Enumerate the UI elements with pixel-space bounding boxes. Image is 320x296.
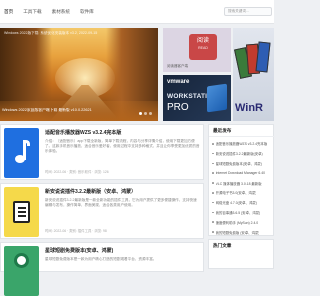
read-app-sub: READ — [198, 46, 208, 50]
post-thumbnail[interactable] — [4, 187, 39, 237]
winrar-label: WinR — [235, 102, 264, 114]
vmware-box-icon — [207, 83, 227, 113]
vmware-pro-label: PRO — [167, 102, 189, 113]
banner-top-caption: Windows 2022版下载: 系统优化安装版本 v3.2, 2022-09-… — [4, 31, 98, 35]
recent-post-item[interactable]: 开源电子书3.0(安卓、鸿蒙) — [212, 188, 273, 198]
recent-post-item[interactable]: 适配音乐播放器WZS v3.2.4完本版 — [212, 139, 273, 149]
read-app-icon: 阅读 READ — [189, 34, 217, 60]
bullet-icon — [212, 231, 214, 233]
read-app-tag: 阅读器客户端 — [167, 64, 188, 68]
post-description: 新安说说插件3.2.2最新版是一款全新功能的插件工具，它为用户提供了更多便捷操作… — [45, 198, 197, 207]
recent-posts-title: 最近发布 — [213, 128, 232, 133]
winrar-tile[interactable]: WinR — [233, 28, 274, 121]
carousel-dot[interactable] — [149, 112, 152, 115]
carousel-dot[interactable] — [144, 112, 147, 115]
bullet-icon — [212, 162, 214, 165]
recent-post-item[interactable]: VLC 媒体播放器 3.0.18 最新版 — [212, 178, 273, 188]
hero-banner[interactable]: Windows 2022版下载: 系统优化安装版本 v3.2, 2022-09-… — [0, 28, 158, 121]
recent-posts-list: 适配音乐播放器WZS v3.2.4完本版 新安说说插件3.2.2最新版(安卓) … — [212, 139, 273, 237]
nav-home[interactable]: 首页 — [4, 9, 13, 15]
post-description: 星球短剧免费版本是一款为用户精心打造的短剧观看平台，资源丰富。 — [45, 257, 157, 261]
nav-software[interactable]: 软件库 — [80, 9, 94, 15]
nav-tools[interactable]: 工具下载 — [23, 9, 41, 15]
bullet-icon — [212, 221, 214, 224]
divider — [209, 136, 275, 137]
bullet-icon — [212, 192, 214, 194]
vmware-logo: vmware — [167, 79, 190, 85]
read-app-name: 阅读 — [196, 38, 209, 44]
bullet-icon — [212, 143, 214, 145]
post-title[interactable]: 适配音乐播放器WZS v3.2.4完本版 — [45, 129, 121, 136]
post-title[interactable]: 星球短剧免费版本(安卓、鸿蒙) — [45, 247, 113, 254]
top-navigation-bar: 首页 工具下载 素材系统 软件库 搜索关键词... — [0, 0, 274, 24]
recent-post-item[interactable]: 速度便利助手 (MySun) 2.4.0 — [212, 217, 273, 227]
search-input[interactable]: 搜索关键词... — [224, 7, 272, 16]
recent-post-item[interactable]: 我的百事通3.6.5 (安卓、鸿蒙) — [212, 208, 273, 218]
recent-post-item[interactable]: 新安说说插件3.2.2最新版(安卓) — [212, 149, 273, 159]
music-note-icon — [15, 140, 30, 164]
post-thumbnail[interactable] — [4, 246, 39, 296]
post-title[interactable]: 新安说说插件3.2.2最新版（安卓、鸿蒙） — [45, 188, 136, 195]
post-card[interactable]: 星球短剧免费版本(安卓、鸿蒙) 星球短剧免费版本是一款为用户精心打造的短剧观看平… — [0, 242, 204, 296]
post-card[interactable]: 新安说说插件3.2.2最新版（安卓、鸿蒙） 新安说说插件3.2.2最新版是一款全… — [0, 183, 204, 239]
recent-posts-widget: 最近发布 适配音乐播放器WZS v3.2.4完本版 新安说说插件3.2.2最新版… — [208, 124, 275, 237]
bullet-icon — [212, 201, 214, 204]
carousel-dot[interactable] — [139, 112, 142, 115]
nav-materials[interactable]: 素材系统 — [52, 9, 70, 15]
bullet-icon — [212, 152, 214, 155]
bullet-icon — [212, 172, 214, 175]
main-nav: 首页 工具下载 素材系统 软件库 — [4, 0, 94, 24]
read-app-tile[interactable]: 阅读 READ 阅读器客户端 — [163, 28, 231, 72]
hot-posts-widget: 热门文章 — [208, 239, 274, 269]
post-card[interactable]: 适配音乐播放器WZS v3.2.4完本版 介绍：（适配音乐）app下载全新版，简… — [0, 124, 204, 180]
post-meta: 时间: 2022-06 · 类别: 音乐软件 · 浏览: 126 — [45, 170, 109, 174]
bullet-icon — [212, 182, 214, 184]
recent-post-item[interactable]: 网络光盘 4.7.0(安卓、鸿蒙) — [212, 198, 273, 208]
recent-post-item[interactable]: 星球短剧免费版本(安卓、鸿蒙) — [212, 159, 273, 169]
post-thumbnail[interactable] — [4, 128, 39, 178]
vmware-tile[interactable]: vmware WORKSTATION PRO — [163, 75, 231, 121]
post-meta: 时间: 2022-06 · 类别: 插件工具 · 浏览: 98 — [45, 229, 107, 233]
bullet-icon — [212, 211, 214, 214]
carousel-dots — [139, 112, 152, 115]
document-icon — [13, 201, 30, 223]
recent-post-item[interactable]: 我的短剧免费版 (安卓、鸿蒙) — [212, 227, 273, 237]
banner-caption[interactable]: Windows 2022家庭版客户端下载 最新版 v10.0.22621 — [0, 108, 158, 113]
recent-post-item[interactable]: Internet Download Manager 6.40 — [212, 168, 273, 178]
post-description: 介绍：（适配音乐）app下载全新版，简单下载流程，内容与分享详情介绍，使用下载更… — [45, 139, 200, 153]
winrar-books-icon — [234, 41, 271, 82]
hot-posts-title: 热门文章 — [213, 243, 232, 248]
